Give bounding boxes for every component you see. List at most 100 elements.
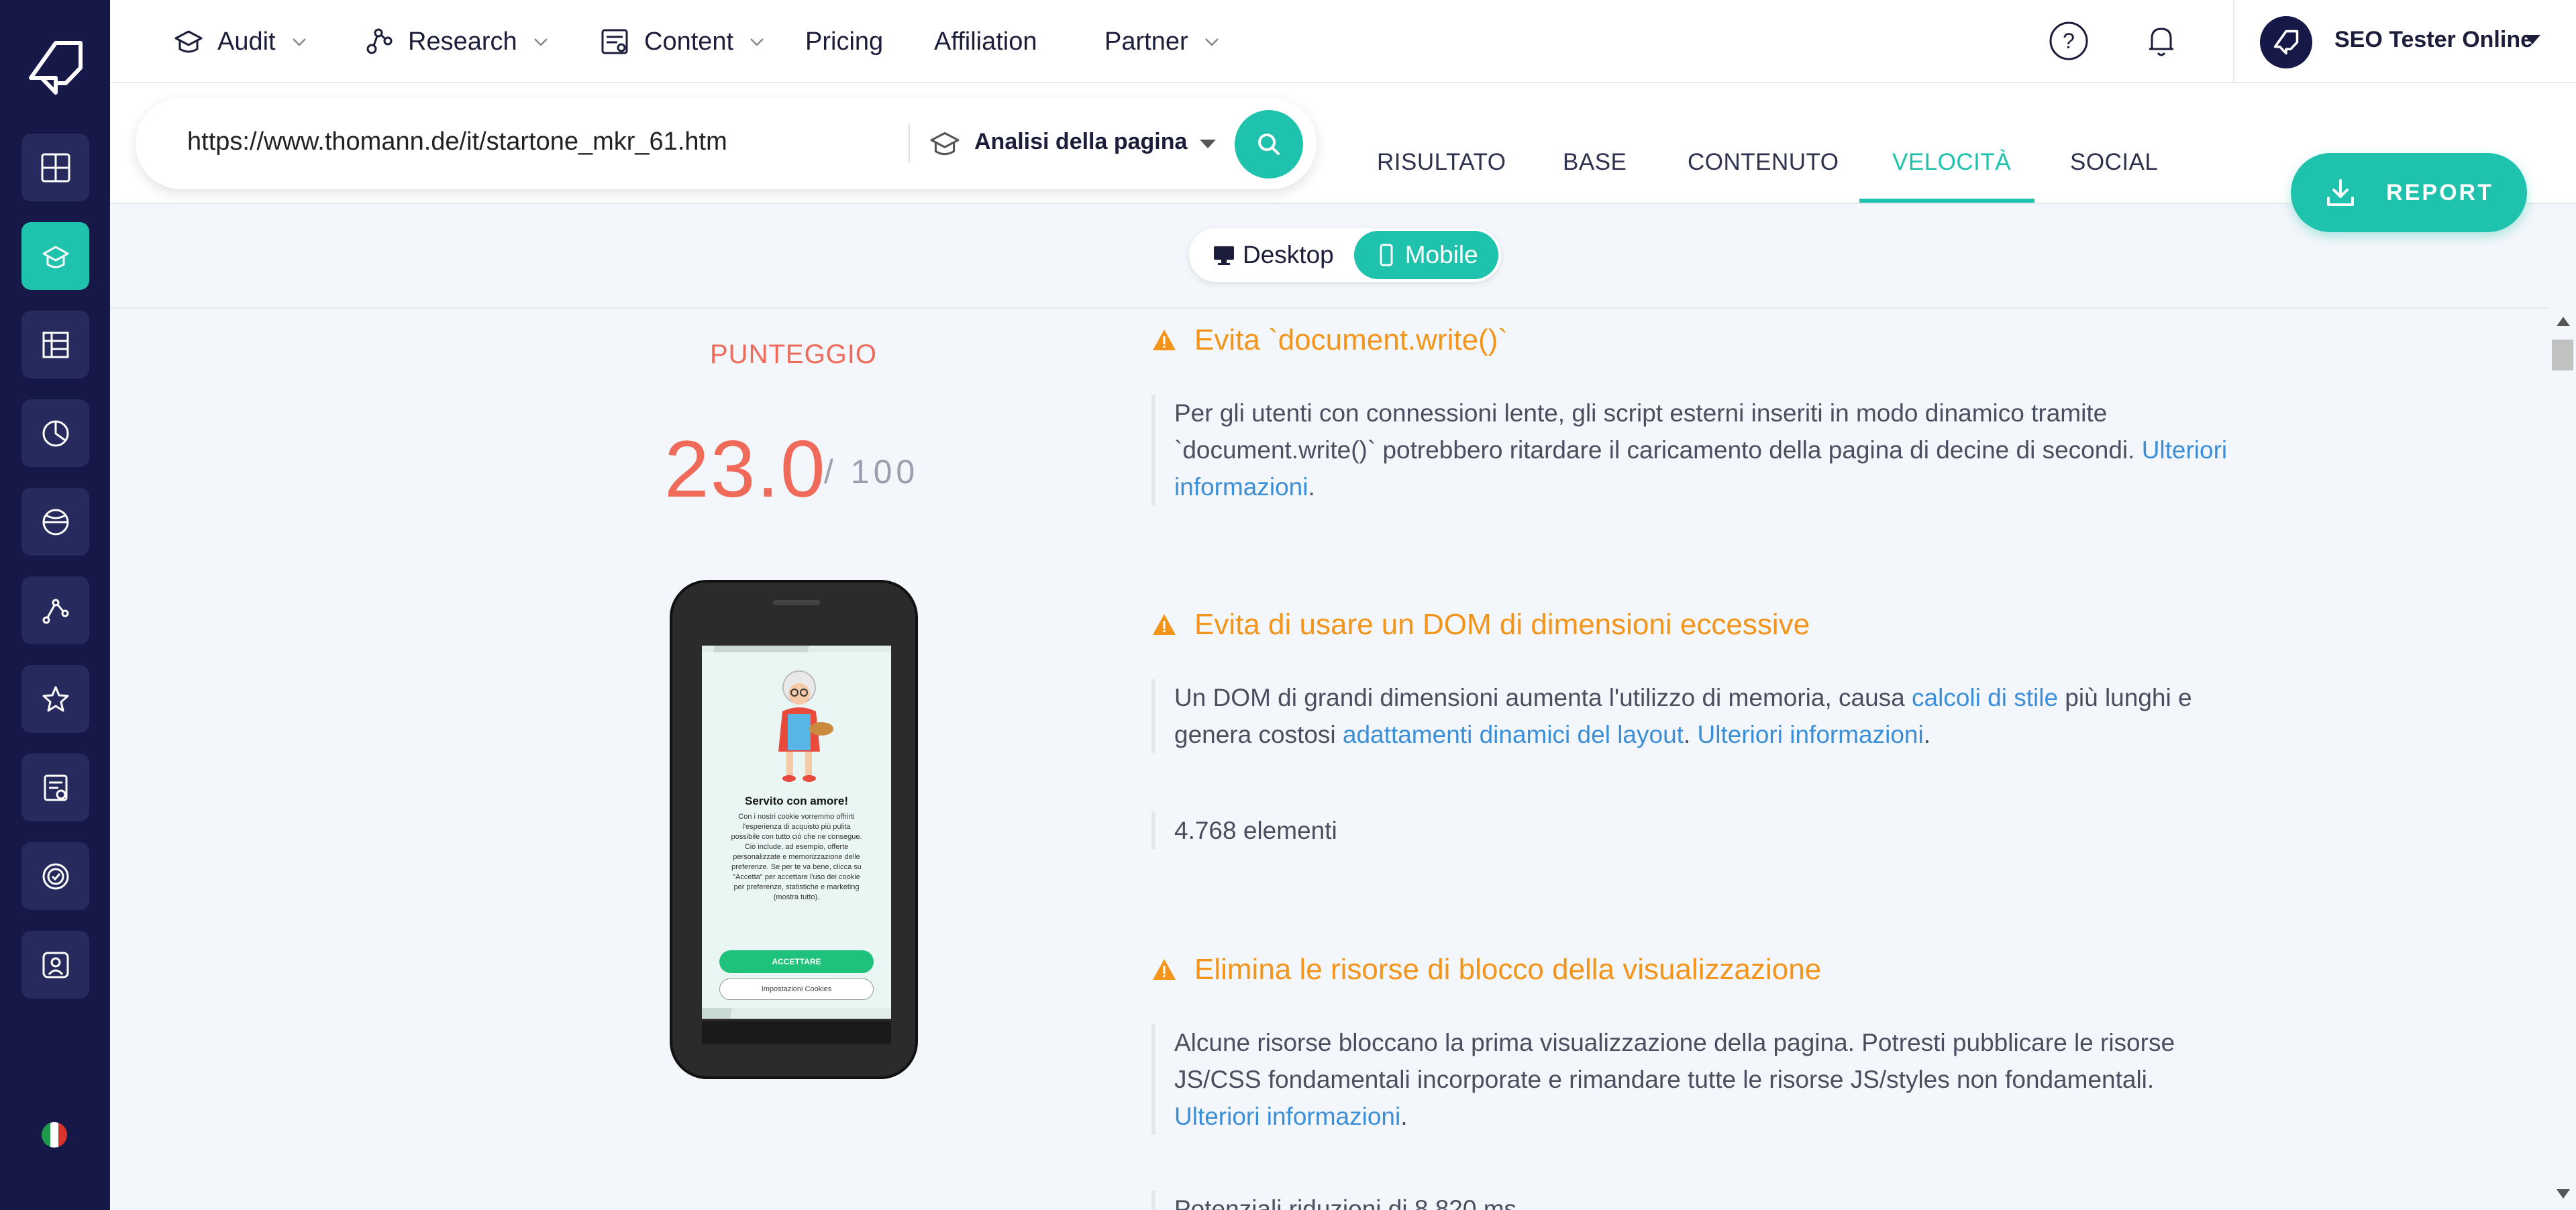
score-max: / 100 <box>824 453 919 491</box>
sidebar <box>0 0 110 1210</box>
audit-hat-icon <box>174 30 203 53</box>
pie-gauge-icon <box>42 420 68 446</box>
more-info-link[interactable]: Ulteriori informazioni <box>1174 1103 1400 1130</box>
nav-content[interactable]: Content <box>600 26 766 58</box>
tab-risultato[interactable]: RISULTATO <box>1377 149 1506 176</box>
sidebar-audit-button[interactable] <box>21 222 89 290</box>
topbar-divider <box>2233 0 2234 83</box>
report-button[interactable]: REPORT <box>2291 153 2527 232</box>
nav-pricing[interactable]: Pricing <box>805 26 883 58</box>
sidebar-network-button[interactable] <box>21 576 89 644</box>
download-icon <box>2327 179 2355 206</box>
help-icon: ? <box>2049 21 2088 60</box>
url-search-box: https://www.thomann.de/it/startone_mkr_6… <box>136 98 1317 189</box>
search-divider <box>909 123 910 162</box>
issue-title[interactable]: Evita di usare un DOM di dimensioni ecce… <box>1151 608 1810 642</box>
warning-icon <box>1153 614 1176 635</box>
user-menu-caret-icon[interactable] <box>2524 35 2540 44</box>
user-card-icon <box>42 952 68 978</box>
svg-text:?: ? <box>2063 29 2075 53</box>
tab-base[interactable]: BASE <box>1563 149 1627 176</box>
nav-audit[interactable]: Audit <box>173 26 308 58</box>
tab-social[interactable]: SOCIAL <box>2070 149 2158 176</box>
dashboard-icon <box>41 153 70 182</box>
tab-contenuto[interactable]: CONTENUTO <box>1688 149 1839 176</box>
nav-partner[interactable]: Partner <box>1104 26 1221 58</box>
help-button[interactable]: ? <box>2048 20 2090 62</box>
score-label: PUNTEGGIO <box>710 340 878 369</box>
scroll-down-arrow-icon[interactable] <box>2557 1189 2570 1199</box>
sidebar-dashboard-button[interactable] <box>21 134 89 201</box>
sidebar-rank-button[interactable] <box>21 488 89 556</box>
table-icon <box>42 332 68 358</box>
desktop-option[interactable]: Desktop <box>1192 231 1354 279</box>
nav-research-label: Research <box>408 27 517 56</box>
score-value: 23.0 <box>664 424 827 514</box>
document-check-icon <box>44 774 67 801</box>
nav-pricing-label: Pricing <box>805 27 884 56</box>
issue-title[interactable]: Evita `document.write()` <box>1151 323 1508 357</box>
chevron-down-icon <box>750 38 764 46</box>
phone-speaker <box>773 600 820 605</box>
caret-down-icon[interactable] <box>1200 140 1216 148</box>
issue-description: Un DOM di grandi dimensioni aumenta l'ut… <box>1151 679 2238 753</box>
nav-research[interactable]: Research <box>364 26 550 58</box>
italy-flag-icon[interactable] <box>42 1122 67 1148</box>
sidebar-verified-button[interactable] <box>21 842 89 910</box>
globe-icon <box>42 509 68 535</box>
nav-affiliation-label: Affiliation <box>934 27 1037 56</box>
style-calc-link[interactable]: calcoli di stile <box>1912 684 2058 711</box>
sidebar-reports-button[interactable] <box>21 311 89 379</box>
cookie-settings-preview: Impostazioni Cookies <box>719 978 874 1000</box>
chevron-down-icon <box>533 38 548 46</box>
report-label: REPORT <box>2386 179 2493 205</box>
user-name[interactable]: SEO Tester Online <box>2334 27 2533 53</box>
scrollbar-thumb[interactable] <box>2552 340 2573 370</box>
mobile-screenshot-preview: Servito con amore! Con i nostri cookie v… <box>670 580 918 1079</box>
network-graph-icon <box>42 599 68 623</box>
analysis-mode-select[interactable]: Analisi della pagina <box>974 129 1187 155</box>
content-divider <box>110 307 2549 309</box>
research-graph-icon <box>366 28 393 54</box>
desktop-monitor-icon <box>1214 246 1234 265</box>
url-input[interactable]: https://www.thomann.de/it/startone_mkr_6… <box>187 128 727 156</box>
scrollbar-track[interactable] <box>2549 309 2576 1210</box>
sidebar-favorites-button[interactable] <box>21 665 89 733</box>
nav-affiliation[interactable]: Affiliation <box>934 26 1037 58</box>
audit-hat-icon <box>42 246 68 268</box>
scroll-up-arrow-icon[interactable] <box>2557 317 2570 326</box>
sidebar-analytics-button[interactable] <box>21 399 89 467</box>
issue-description-text: Per gli utenti con connessioni lente, gl… <box>1174 399 2142 464</box>
issue-title[interactable]: Elimina le risorse di blocco della visua… <box>1151 953 1821 987</box>
cookie-accept-preview: ACCETTARE <box>719 950 874 973</box>
issue-title-text: Evita di usare un DOM di dimensioni ecce… <box>1194 608 1810 641</box>
active-tab-indicator <box>1859 199 2034 203</box>
sidebar-content-button[interactable] <box>21 754 89 821</box>
content-document-icon <box>601 29 628 54</box>
app-logo-icon[interactable] <box>25 38 86 98</box>
tab-velocita[interactable]: VELOCITÀ <box>1892 149 2011 176</box>
app-logo-icon <box>2273 30 2299 55</box>
phone-screen: Servito con amore! Con i nostri cookie v… <box>702 646 891 1019</box>
search-button[interactable] <box>1235 110 1303 179</box>
chevron-down-icon <box>1204 38 1219 46</box>
issue-metric: 4.768 elementi <box>1151 812 1337 849</box>
issue-description: Alcune risorse bloccano la prima visuali… <box>1151 1024 2238 1135</box>
desktop-label: Desktop <box>1243 241 1334 268</box>
layout-reflow-link[interactable]: adattamenti dinamici del layout <box>1343 721 1684 748</box>
audit-hat-icon <box>930 132 960 156</box>
warning-icon <box>1153 959 1176 980</box>
issue-metric: Potenziali riduzioni di 8.820 ms <box>1151 1191 1516 1210</box>
sidebar-account-button[interactable] <box>21 931 89 999</box>
issue-description: Per gli utenti con connessioni lente, gl… <box>1151 395 2238 505</box>
bell-icon <box>2149 28 2173 56</box>
nav-partner-label: Partner <box>1104 27 1188 56</box>
more-info-link[interactable]: Ulteriori informazioni <box>1698 721 1924 748</box>
cookie-title: Servito con amore! <box>745 795 848 807</box>
user-avatar[interactable] <box>2260 16 2312 68</box>
mobile-phone-icon <box>1380 244 1393 266</box>
notifications-button[interactable] <box>2141 20 2182 62</box>
mobile-option[interactable]: Mobile <box>1353 231 1498 279</box>
device-toggle: Desktop Mobile <box>1189 228 1501 282</box>
issue-title-text: Elimina le risorse di blocco della visua… <box>1194 953 1822 986</box>
